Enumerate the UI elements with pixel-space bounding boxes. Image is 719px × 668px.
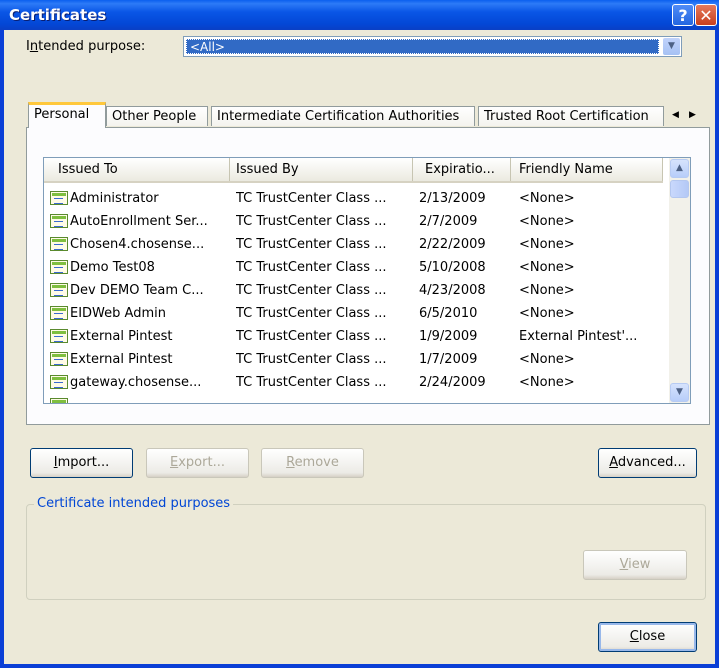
column-friendly-name[interactable]: Friendly Name (511, 158, 663, 181)
table-row[interactable]: EIDWeb Admin TC TrustCenter Class ... 6/… (44, 302, 663, 325)
cell-expiration: 6/5/2010 (419, 306, 478, 321)
certificate-icon (50, 398, 68, 403)
cell-issued-by: TC TrustCenter Class ... (236, 352, 387, 367)
table-row[interactable]: External Pintest TC TrustCenter Class ..… (44, 348, 663, 371)
chevron-up-icon[interactable]: ▲ (670, 159, 689, 178)
window-title: Certificates (9, 6, 107, 24)
table-row[interactable]: gateway.chosense... TC TrustCenter Class… (44, 371, 663, 394)
cell-expiration: 4/23/2008 (419, 283, 486, 298)
cell-expiration: 2/13/2009 (419, 191, 486, 206)
advanced-button[interactable]: Advanced... (598, 448, 697, 478)
cell-friendly-name: <None> (519, 237, 575, 252)
cell-issued-to: Chosen4.chosense... (70, 237, 205, 252)
close-icon[interactable]: ✕ (695, 4, 717, 26)
tab-trusted-root[interactable]: Trusted Root Certification (478, 106, 664, 126)
column-issued-to[interactable]: Issued To (44, 158, 230, 181)
table-row[interactable]: AutoEnrollment Ser... TC TrustCenter Cla… (44, 210, 663, 233)
cell-issued-by: TC TrustCenter Class ... (236, 260, 387, 275)
table-row[interactable]: Chosen4.chosense... TC TrustCenter Class… (44, 233, 663, 256)
cell-expiration: 1/9/2009 (419, 329, 478, 344)
cell-expiration: 2/7/2009 (419, 214, 478, 229)
chevron-down-icon[interactable]: ▼ (670, 383, 689, 402)
cell-issued-by: TC TrustCenter Class ... (236, 283, 387, 298)
cell-issued-to: gateway.chosense... (70, 375, 202, 390)
cell-friendly-name: <None> (519, 306, 575, 321)
certificate-icon (50, 375, 68, 389)
list-header: Issued To Issued By Expiratio... Friendl… (44, 158, 663, 183)
cell-friendly-name: <None> (519, 283, 575, 298)
cell-friendly-name: <None> (519, 214, 575, 229)
tab-other-people[interactable]: Other People (106, 106, 208, 126)
chevron-left-icon[interactable]: ◀ (667, 106, 684, 124)
cell-expiration: 1/7/2009 (419, 352, 478, 367)
cell-issued-by: TC TrustCenter Class ... (236, 375, 387, 390)
table-row[interactable]: Administrator TC TrustCenter Class ... 2… (44, 187, 663, 210)
cell-issued-by: TC TrustCenter Class ... (236, 237, 387, 252)
cell-issued-to: External Pintest (70, 329, 173, 344)
cell-friendly-name: <None> (519, 260, 575, 275)
certificate-icon (50, 214, 68, 228)
cell-issued-by: TC TrustCenter Class ... (236, 306, 387, 321)
list-scrollbar[interactable]: ▲ ▼ (669, 158, 690, 403)
cell-issued-by: TC TrustCenter Class ... (236, 214, 387, 229)
cell-expiration: 5/10/2008 (419, 260, 486, 275)
cell-expiration: 2/22/2009 (419, 237, 486, 252)
table-row[interactable]: Demo Test08 TC TrustCenter Class ... 5/1… (44, 256, 663, 279)
cell-issued-by: TC TrustCenter Class ... (236, 329, 387, 344)
cell-issued-to: Administrator (70, 191, 159, 206)
table-row[interactable] (44, 394, 663, 403)
view-button[interactable]: View (583, 550, 687, 580)
cell-expiration: 2/24/2009 (419, 375, 486, 390)
remove-button[interactable]: Remove (261, 448, 364, 478)
tab-intermediate-ca[interactable]: Intermediate Certification Authorities (211, 106, 475, 126)
help-icon[interactable]: ? (672, 4, 694, 26)
intended-purpose-value: <All> (186, 39, 659, 54)
intended-purpose-label: Intended purpose: (26, 39, 146, 54)
certificate-icon (50, 191, 68, 205)
column-issued-by[interactable]: Issued By (230, 158, 413, 181)
tab-personal[interactable]: Personal (28, 102, 106, 128)
certificate-icon (50, 352, 68, 366)
cell-issued-to: EIDWeb Admin (70, 306, 166, 321)
title-bar[interactable]: Certificates ? ✕ (0, 0, 719, 30)
certificate-icon (50, 329, 68, 343)
scroll-thumb[interactable] (670, 180, 689, 198)
table-row[interactable]: External Pintest TC TrustCenter Class ..… (44, 325, 663, 348)
certificates-dialog: Certificates ? ✕ Intended purpose: <All>… (0, 0, 719, 668)
cell-issued-to: External Pintest (70, 352, 173, 367)
certificate-icon (50, 260, 68, 274)
certificate-icon (50, 237, 68, 251)
group-title: Certificate intended purposes (34, 496, 234, 511)
cell-friendly-name: <None> (519, 191, 575, 206)
certificate-list[interactable]: Issued To Issued By Expiratio... Friendl… (43, 157, 691, 404)
cell-friendly-name: <None> (519, 375, 575, 390)
cell-friendly-name: <None> (519, 352, 575, 367)
chevron-right-icon[interactable]: ▶ (684, 106, 701, 124)
cell-issued-to: Demo Test08 (70, 260, 155, 275)
cell-issued-to: Dev DEMO Team C... (70, 283, 204, 298)
chevron-down-icon[interactable]: ▼ (663, 38, 680, 55)
table-row[interactable]: Dev DEMO Team C... TC TrustCenter Class … (44, 279, 663, 302)
export-button[interactable]: Export... (146, 448, 249, 478)
cell-friendly-name: External Pintest'... (519, 329, 638, 344)
certificate-icon (50, 283, 68, 297)
import-button[interactable]: Import... (30, 448, 133, 478)
intended-purpose-combo[interactable]: <All> ▼ (183, 36, 682, 57)
certificate-icon (50, 306, 68, 320)
close-button[interactable]: Close (598, 622, 697, 652)
cell-issued-by: TC TrustCenter Class ... (236, 191, 387, 206)
column-expiration[interactable]: Expiratio... (413, 158, 511, 181)
cell-issued-to: AutoEnrollment Ser... (70, 214, 208, 229)
